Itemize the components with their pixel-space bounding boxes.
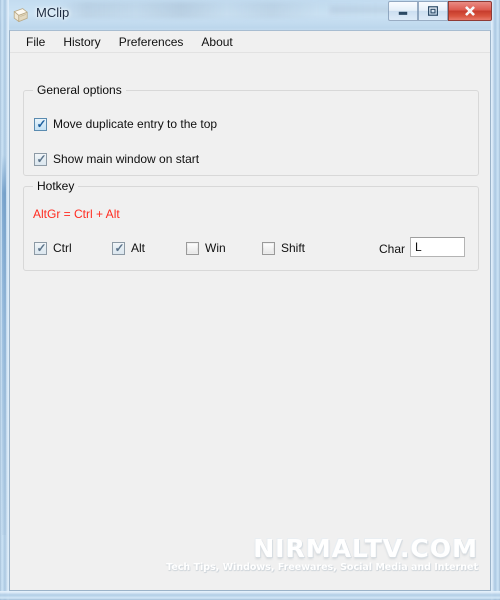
- window-border-right: [491, 0, 500, 600]
- window-border-left-accent: [2, 155, 6, 535]
- window-border-bottom: [0, 591, 500, 600]
- glass-blur-artifact: [60, 2, 380, 18]
- close-icon: [449, 2, 491, 20]
- app-icon[interactable]: [12, 7, 29, 24]
- checkbox-show-main-window-on-start[interactable]: ✓ Show main window on start: [34, 152, 199, 166]
- checkbox-icon-checked[interactable]: ✓: [34, 152, 47, 166]
- hotkey-group: Hotkey: [23, 179, 479, 271]
- checkbox-label: Alt: [131, 241, 146, 255]
- checkbox-label: Win: [205, 241, 226, 255]
- maximize-button[interactable]: [418, 1, 448, 21]
- close-button[interactable]: [448, 1, 492, 21]
- minimize-button[interactable]: [388, 1, 418, 21]
- window-title: MClip: [36, 5, 70, 20]
- checkbox-modifier-alt[interactable]: ✓ Alt: [112, 241, 145, 255]
- checkbox-label: Show main window on start: [53, 152, 200, 166]
- watermark-tagline: Tech Tips, Windows, Freewares, Social Me…: [166, 561, 478, 573]
- checkbox-modifier-shift[interactable]: Shift: [262, 241, 305, 255]
- minimize-icon: [389, 2, 417, 20]
- checkbox-modifier-win[interactable]: Win: [186, 241, 226, 255]
- char-field-label: Char: [379, 242, 406, 256]
- hotkey-title: Hotkey: [33, 179, 79, 193]
- checkbox-label: Move duplicate entry to the top: [53, 117, 218, 131]
- checkbox-icon-unchecked[interactable]: [186, 241, 199, 255]
- menu-item-about[interactable]: About: [192, 32, 241, 52]
- restore-icon: [419, 2, 447, 20]
- char-input[interactable]: [410, 237, 465, 257]
- menu-item-preferences[interactable]: Preferences: [110, 32, 193, 52]
- watermark: NIRMALTV.COM Tech Tips, Windows, Freewar…: [166, 536, 478, 573]
- client-area: File History Preferences About General o…: [9, 30, 491, 591]
- checkbox-label: Ctrl: [53, 241, 72, 255]
- checkbox-icon-checked[interactable]: ✓: [34, 117, 47, 131]
- checkbox-label: Shift: [281, 241, 306, 255]
- watermark-title: NIRMALTV.COM: [253, 533, 478, 563]
- checkbox-icon-checked[interactable]: ✓: [112, 241, 125, 255]
- menu-bar: File History Preferences About: [10, 31, 490, 53]
- menu-item-history[interactable]: History: [54, 32, 109, 52]
- title-bar[interactable]: MClip: [0, 0, 500, 30]
- menu-item-file[interactable]: File: [17, 32, 54, 52]
- checkbox-modifier-ctrl[interactable]: ✓ Ctrl: [34, 241, 72, 255]
- general-options-title: General options: [33, 83, 126, 97]
- checkbox-move-duplicate-to-top[interactable]: ✓ Move duplicate entry to the top: [34, 117, 217, 131]
- checkbox-icon-unchecked[interactable]: [262, 241, 275, 255]
- application-window: MClip File History Preferences About Gen…: [0, 0, 500, 600]
- altgr-note: AltGr = Ctrl + Alt: [33, 207, 120, 221]
- checkbox-icon-checked[interactable]: ✓: [34, 241, 47, 255]
